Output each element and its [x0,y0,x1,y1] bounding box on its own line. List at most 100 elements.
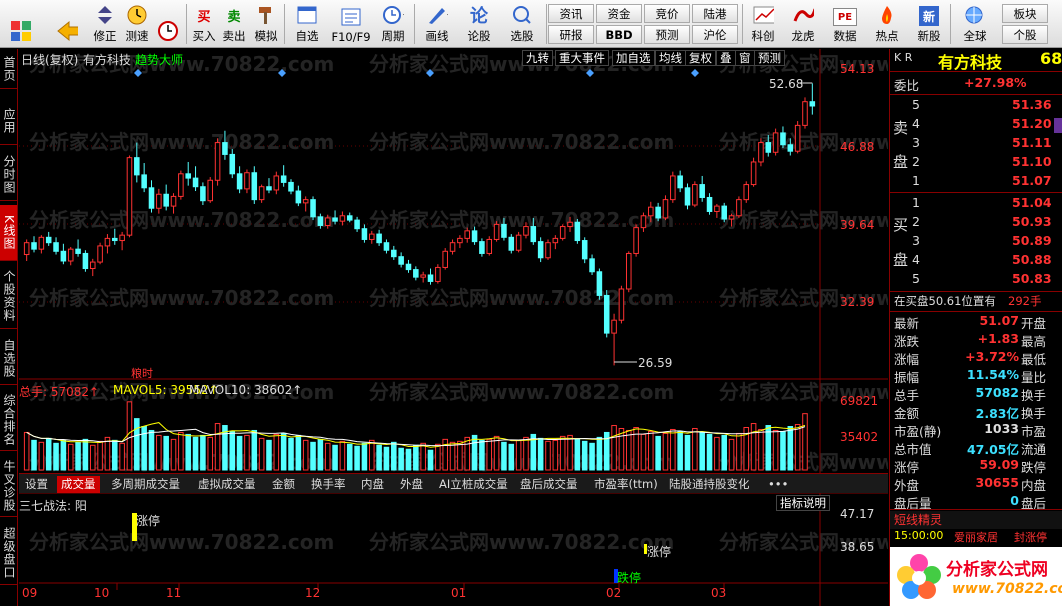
ipo-button[interactable]: 新 新股 [912,2,946,46]
buy-order-row[interactable]: 2 50.93 [890,214,1062,232]
forecast-button[interactable]: 预测 [644,25,690,44]
candle-body [413,269,419,278]
sector-button[interactable]: 板块 [1002,4,1048,23]
tab-after-hours-volume[interactable]: 盘后成交量 [516,476,582,493]
sell-order-row[interactable]: 4 51.20 [890,116,1062,134]
buy-order-row[interactable]: 4 50.88 [890,252,1062,270]
f10-button[interactable]: F10/F9 [330,2,372,46]
adjust-button[interactable]: 复权 [685,50,716,66]
volume-bar [574,438,581,471]
back-button[interactable] [50,2,84,46]
select-stock-button[interactable]: 选股 [502,2,542,46]
speed-test-button[interactable]: 修正 测速 [122,2,152,46]
hk-connect-button[interactable]: 陆港 [692,4,738,23]
hotspot-label: 热点 [875,29,899,43]
sidebar-tab-diagnosis[interactable]: 牛叉诊股 [0,455,17,517]
hotspot-button[interactable]: 热点 [870,2,904,46]
sidebar-tab-kline[interactable]: K线图 [0,205,17,261]
major-event-button[interactable]: 重大事件 [555,50,609,66]
sell-order-row[interactable]: 5 51.36 [890,97,1062,115]
volume-bar [692,427,698,471]
volume-bar [684,434,691,471]
kechuang-button[interactable]: 科创 [746,2,780,46]
volume-bar [383,446,390,471]
sell-order-row[interactable]: 3 51.11 [890,135,1062,153]
volume-bar [97,440,103,471]
shanghai-london-button[interactable]: 沪伦 [692,25,738,44]
tab-outer[interactable]: 外盘 [396,476,427,493]
stat-label: 总市值 [894,442,932,457]
buy-button[interactable]: 买 买入 [190,2,218,46]
sell-button[interactable]: 卖 卖出 [220,2,248,46]
tab-settings[interactable]: 设置 [21,476,52,493]
stat-label-right: 最高 [1021,334,1047,349]
stat-row: 总手 57082 换手 [890,385,1062,403]
menu-grid-button[interactable] [6,2,36,46]
candle-body [273,175,280,191]
volume-bar [662,432,669,471]
global-button[interactable]: 全球 [954,2,996,46]
volume-bar [413,444,419,471]
auction-button[interactable]: 竞价 [644,4,690,23]
stock-button[interactable]: 个股 [1002,25,1048,44]
tab-virtual-volume[interactable]: 虚拟成交量 [194,476,260,493]
sidebar-tab-intraday[interactable]: 分时图 [0,149,17,201]
bbd-button[interactable]: BBD [596,25,642,44]
sidebar-tab-apps[interactable]: 应用 [0,97,17,145]
draw-line-button[interactable]: 画线 [418,2,456,46]
ma-button[interactable]: 均线 [655,50,686,66]
tab-multi-period-volume[interactable]: 多周期成交量 [107,476,184,493]
revise-button[interactable]: 修正 [90,2,120,46]
indicator-name[interactable]: 趋势大师 [135,51,183,68]
data-button[interactable]: PE 数据 [828,2,862,46]
candle-body [398,256,404,265]
buy-order-row[interactable]: 1 51.04 [890,195,1062,213]
tab-inner[interactable]: 内盘 [357,476,388,493]
candle-body [266,186,272,191]
news-button[interactable]: 资讯 [548,4,594,23]
candle-body [772,132,779,153]
tab-ai-volume[interactable]: AI立桩成交量 [435,476,512,493]
volume-bar [1054,118,1062,133]
nine-turn-button[interactable]: 九转 [522,50,553,66]
volume-bar [170,438,177,471]
sidebar-tab-ranking[interactable]: 综合排名 [0,389,17,451]
discuss-button[interactable]: 论 论股 [460,2,498,46]
indicator-help-button[interactable]: 指标说明 [776,495,830,511]
tab-turnover[interactable]: 换手率 [307,476,350,493]
tab-pe-ttm[interactable]: 市盈率(ttm) [590,476,662,493]
buy-order-row[interactable]: 3 50.89 [890,233,1062,251]
add-favorite-button[interactable]: 加自选 [612,50,655,66]
favorites-button[interactable]: 自选 [288,2,326,46]
clock-button[interactable] [154,2,182,46]
cycle-button[interactable]: 周期 [374,2,412,46]
dragon-tiger-button[interactable]: 龙虎 [786,2,820,46]
tab-hk-holding[interactable]: 陆股通持股变化 [665,476,754,493]
tab-volume[interactable]: 成交量 [57,476,100,493]
sidebar-tab-home[interactable]: 首页 [0,49,17,89]
funds-button[interactable]: 资金 [596,4,642,23]
volume-bar [596,436,603,471]
candle-body [603,294,610,334]
genie-row[interactable]: 15:00:00 爱丽家居 封涨停 [890,529,1062,547]
buy-order-row[interactable]: 5 50.83 [890,271,1062,289]
tab-more[interactable]: ••• [764,476,792,493]
tab-amount[interactable]: 金额 [268,476,299,493]
overlay-button[interactable]: 叠 [716,50,736,66]
volume-bar [258,437,265,471]
sidebar-tab-super-order[interactable]: 超级盘口 [0,521,17,585]
sidebar-tab-watchlist[interactable]: 自选股 [0,333,17,385]
panel-stock-code: 68 [1040,49,1062,68]
forecast-chart-button[interactable]: 预测 [754,50,785,66]
candle-body [493,223,500,240]
window-button[interactable]: 窗 [735,50,755,66]
sell-order-row[interactable]: 1 51.07 [890,173,1062,191]
watermark-text: 分析家公式网www.70822.com [369,530,674,554]
research-button[interactable]: 研报 [548,25,594,44]
genie-header[interactable]: 短线精灵 [890,511,1062,529]
simulate-button[interactable]: 模拟 [252,2,280,46]
sell-order-row[interactable]: 2 51.10 [890,154,1062,172]
kline-chart-area[interactable]: 分析家公式网www.70822.com 分析家公式网www.70822.com 分析… [19,49,888,606]
sidebar-tab-profile[interactable]: 个股资料 [0,263,17,329]
event-label[interactable]: 粮时 [131,365,153,381]
